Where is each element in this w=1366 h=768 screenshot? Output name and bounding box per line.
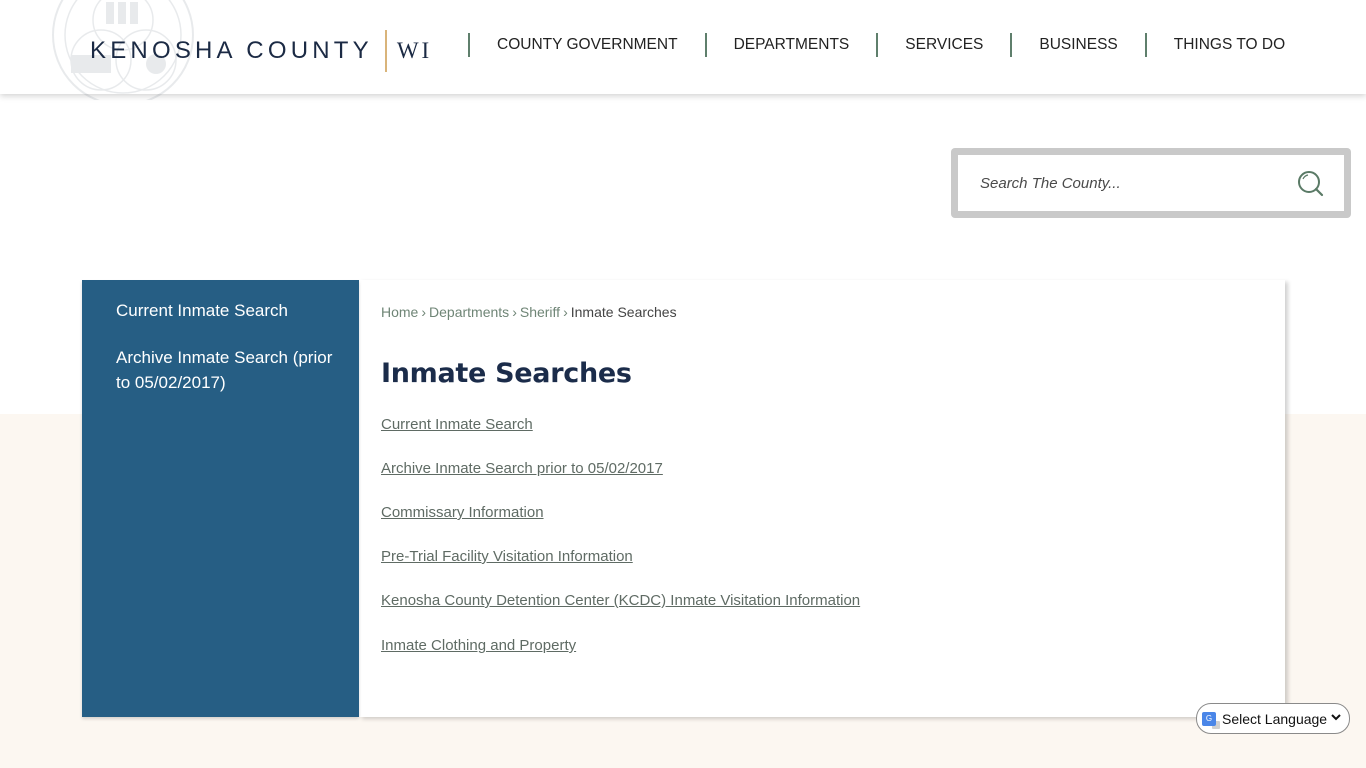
link-commissary-information[interactable]: Commissary Information <box>381 504 544 521</box>
search-input[interactable] <box>958 155 1288 211</box>
link-current-inmate-search[interactable]: Current Inmate Search <box>381 416 533 433</box>
language-select[interactable]: G Select Language <box>1196 703 1350 734</box>
search-inner <box>958 155 1344 211</box>
brand-divider <box>384 30 387 72</box>
nav-county-government[interactable]: COUNTY GOVERNMENT <box>470 36 705 54</box>
chevron-down-icon <box>1331 714 1341 721</box>
main-nav: COUNTY GOVERNMENT DEPARTMENTS SERVICES B… <box>468 32 1312 58</box>
breadcrumb-home[interactable]: Home <box>381 304 418 320</box>
page-title: Inmate Searches <box>381 358 632 389</box>
nav-departments[interactable]: DEPARTMENTS <box>707 36 877 54</box>
breadcrumb-separator: › <box>563 304 568 320</box>
nav-business[interactable]: BUSINESS <box>1012 36 1144 54</box>
brand-name: KENOSHA COUNTY <box>90 37 373 64</box>
link-pretrial-visitation[interactable]: Pre-Trial Facility Visitation Informatio… <box>381 548 633 565</box>
google-translate-icon: G <box>1202 711 1220 729</box>
nav-things-to-do[interactable]: THINGS TO DO <box>1147 36 1312 54</box>
link-list: Current Inmate Search Archive Inmate Sea… <box>381 414 860 679</box>
list-item: Pre-Trial Facility Visitation Informatio… <box>381 546 860 590</box>
search-box <box>951 148 1351 218</box>
main-content: Home › Departments › Sheriff › Inmate Searches… <box>359 280 1285 717</box>
site-header: KENOSHA COUNTY WI COUNTY GOVERNMENT DEPA… <box>0 0 1366 100</box>
list-item: Commissary Information <box>381 502 860 546</box>
breadcrumb-current: Inmate Searches <box>570 304 677 320</box>
brand-state: WI <box>396 38 433 63</box>
link-kcdc-visitation[interactable]: Kenosha County Detention Center (KCDC) I… <box>381 592 860 609</box>
breadcrumb: Home › Departments › Sheriff › Inmate Searches <box>381 304 677 320</box>
list-item: Archive Inmate Search prior to 05/02/201… <box>381 458 860 502</box>
link-clothing-property[interactable]: Inmate Clothing and Property <box>381 637 576 654</box>
breadcrumb-separator: › <box>421 304 427 320</box>
list-item: Inmate Clothing and Property <box>381 635 860 679</box>
breadcrumb-sheriff[interactable]: Sheriff <box>520 304 560 320</box>
list-item: Kenosha County Detention Center (KCDC) I… <box>381 590 860 634</box>
breadcrumb-departments[interactable]: Departments <box>429 304 509 320</box>
sidebar-item-archive-inmate-search[interactable]: Archive Inmate Search (prior to 05/02/20… <box>82 345 359 395</box>
site-logo[interactable]: KENOSHA COUNTY WI <box>90 30 432 72</box>
search-icon[interactable] <box>1296 169 1326 199</box>
language-select-label: Select Language <box>1222 710 1328 727</box>
nav-services[interactable]: SERVICES <box>878 36 1010 54</box>
link-archive-inmate-search[interactable]: Archive Inmate Search prior to 05/02/201… <box>381 460 663 477</box>
sidebar-item-current-inmate-search[interactable]: Current Inmate Search <box>82 298 359 323</box>
list-item: Current Inmate Search <box>381 414 860 458</box>
sidebar: Current Inmate Search Archive Inmate Sea… <box>82 280 359 717</box>
breadcrumb-separator: › <box>512 304 517 320</box>
